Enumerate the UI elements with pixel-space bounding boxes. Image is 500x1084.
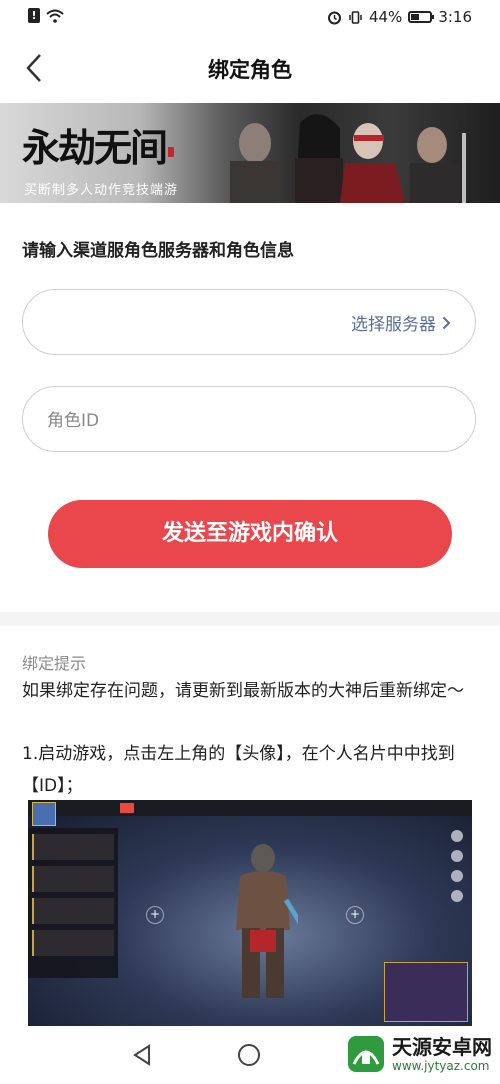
section-divider bbox=[0, 612, 500, 626]
top-navigation: 绑定角色 bbox=[0, 36, 500, 102]
server-select-label: 选择服务器 bbox=[351, 315, 436, 335]
status-left: ! bbox=[28, 8, 64, 23]
nav-back-button[interactable] bbox=[132, 1044, 152, 1070]
banner-slogan: 买断制多人动作竞技端游 bbox=[24, 183, 179, 198]
server-select[interactable]: 选择服务器 bbox=[351, 310, 451, 335]
game-active-tab bbox=[120, 803, 134, 813]
game-logo: 永劫无间 bbox=[22, 117, 175, 172]
banner-characters-art bbox=[230, 114, 466, 203]
form-instruction: 请输入渠道服角色服务器和角色信息 bbox=[22, 241, 294, 261]
page-title: 绑定角色 bbox=[208, 58, 292, 82]
status-right: 44% 3:16 bbox=[327, 8, 472, 26]
server-select-field[interactable]: 选择服务器 bbox=[22, 289, 476, 355]
game-side-icon bbox=[451, 830, 463, 842]
alarm-icon bbox=[327, 11, 341, 24]
nav-home-button[interactable] bbox=[238, 1044, 260, 1066]
logo-seal bbox=[168, 146, 175, 157]
game-top-bar bbox=[28, 800, 472, 816]
game-panel-card bbox=[32, 898, 114, 924]
triangle-back-icon bbox=[133, 1044, 150, 1066]
alert-icon: ! bbox=[28, 8, 40, 23]
clock: 3:16 bbox=[438, 8, 472, 26]
role-id-input[interactable] bbox=[45, 405, 449, 437]
game-plus-icon: + bbox=[346, 906, 364, 924]
site-watermark: 天源安卓网 www.jytyaz.com bbox=[346, 1034, 492, 1074]
game-character-card bbox=[384, 962, 468, 1022]
watermark-url: www.jytyaz.com bbox=[392, 1059, 490, 1073]
game-plus-icon: + bbox=[146, 906, 164, 924]
game-avatar bbox=[32, 802, 56, 826]
game-screenshot: + + bbox=[28, 800, 472, 1026]
tips-step-1: 1.启动游戏，点击左上角的【头像】，在个人名片中中找到【ID】； bbox=[22, 744, 455, 796]
vibrate-icon bbox=[349, 10, 362, 24]
game-panel-card bbox=[32, 930, 114, 956]
wifi-icon bbox=[46, 9, 64, 23]
battery-percent: 44% bbox=[368, 8, 403, 26]
game-panel-card bbox=[32, 866, 114, 892]
game-side-icon bbox=[451, 890, 463, 902]
game-logo-text: 永劫无间 bbox=[22, 125, 168, 170]
game-side-icon bbox=[451, 850, 463, 862]
watermark-name: 天源安卓网 bbox=[392, 1035, 492, 1059]
game-side-panel bbox=[28, 828, 118, 978]
chevron-right-icon bbox=[442, 316, 451, 329]
watermark-text: 天源安卓网 www.jytyaz.com bbox=[392, 1035, 492, 1073]
role-id-field[interactable] bbox=[22, 386, 476, 452]
game-side-icon bbox=[451, 870, 463, 882]
game-banner[interactable]: 永劫无间 买断制多人动作竞技端游 bbox=[0, 103, 500, 203]
game-right-icons bbox=[446, 830, 468, 920]
game-panel-card bbox=[32, 834, 114, 860]
game-character-figure bbox=[236, 844, 298, 998]
system-navigation-bar: 天源安卓网 www.jytyaz.com bbox=[0, 1028, 500, 1084]
battery-icon bbox=[408, 11, 435, 23]
tips-body: 如果绑定存在问题，请更新到最新版本的大神后重新绑定～ bbox=[22, 681, 464, 701]
watermark-logo-icon bbox=[348, 1036, 384, 1072]
send-to-game-button[interactable]: 发送至游戏内确认 bbox=[48, 500, 452, 568]
tips-title: 绑定提示 bbox=[22, 654, 87, 673]
battery-level bbox=[411, 14, 420, 20]
status-bar: ! 44% 3:16 bbox=[0, 0, 500, 36]
